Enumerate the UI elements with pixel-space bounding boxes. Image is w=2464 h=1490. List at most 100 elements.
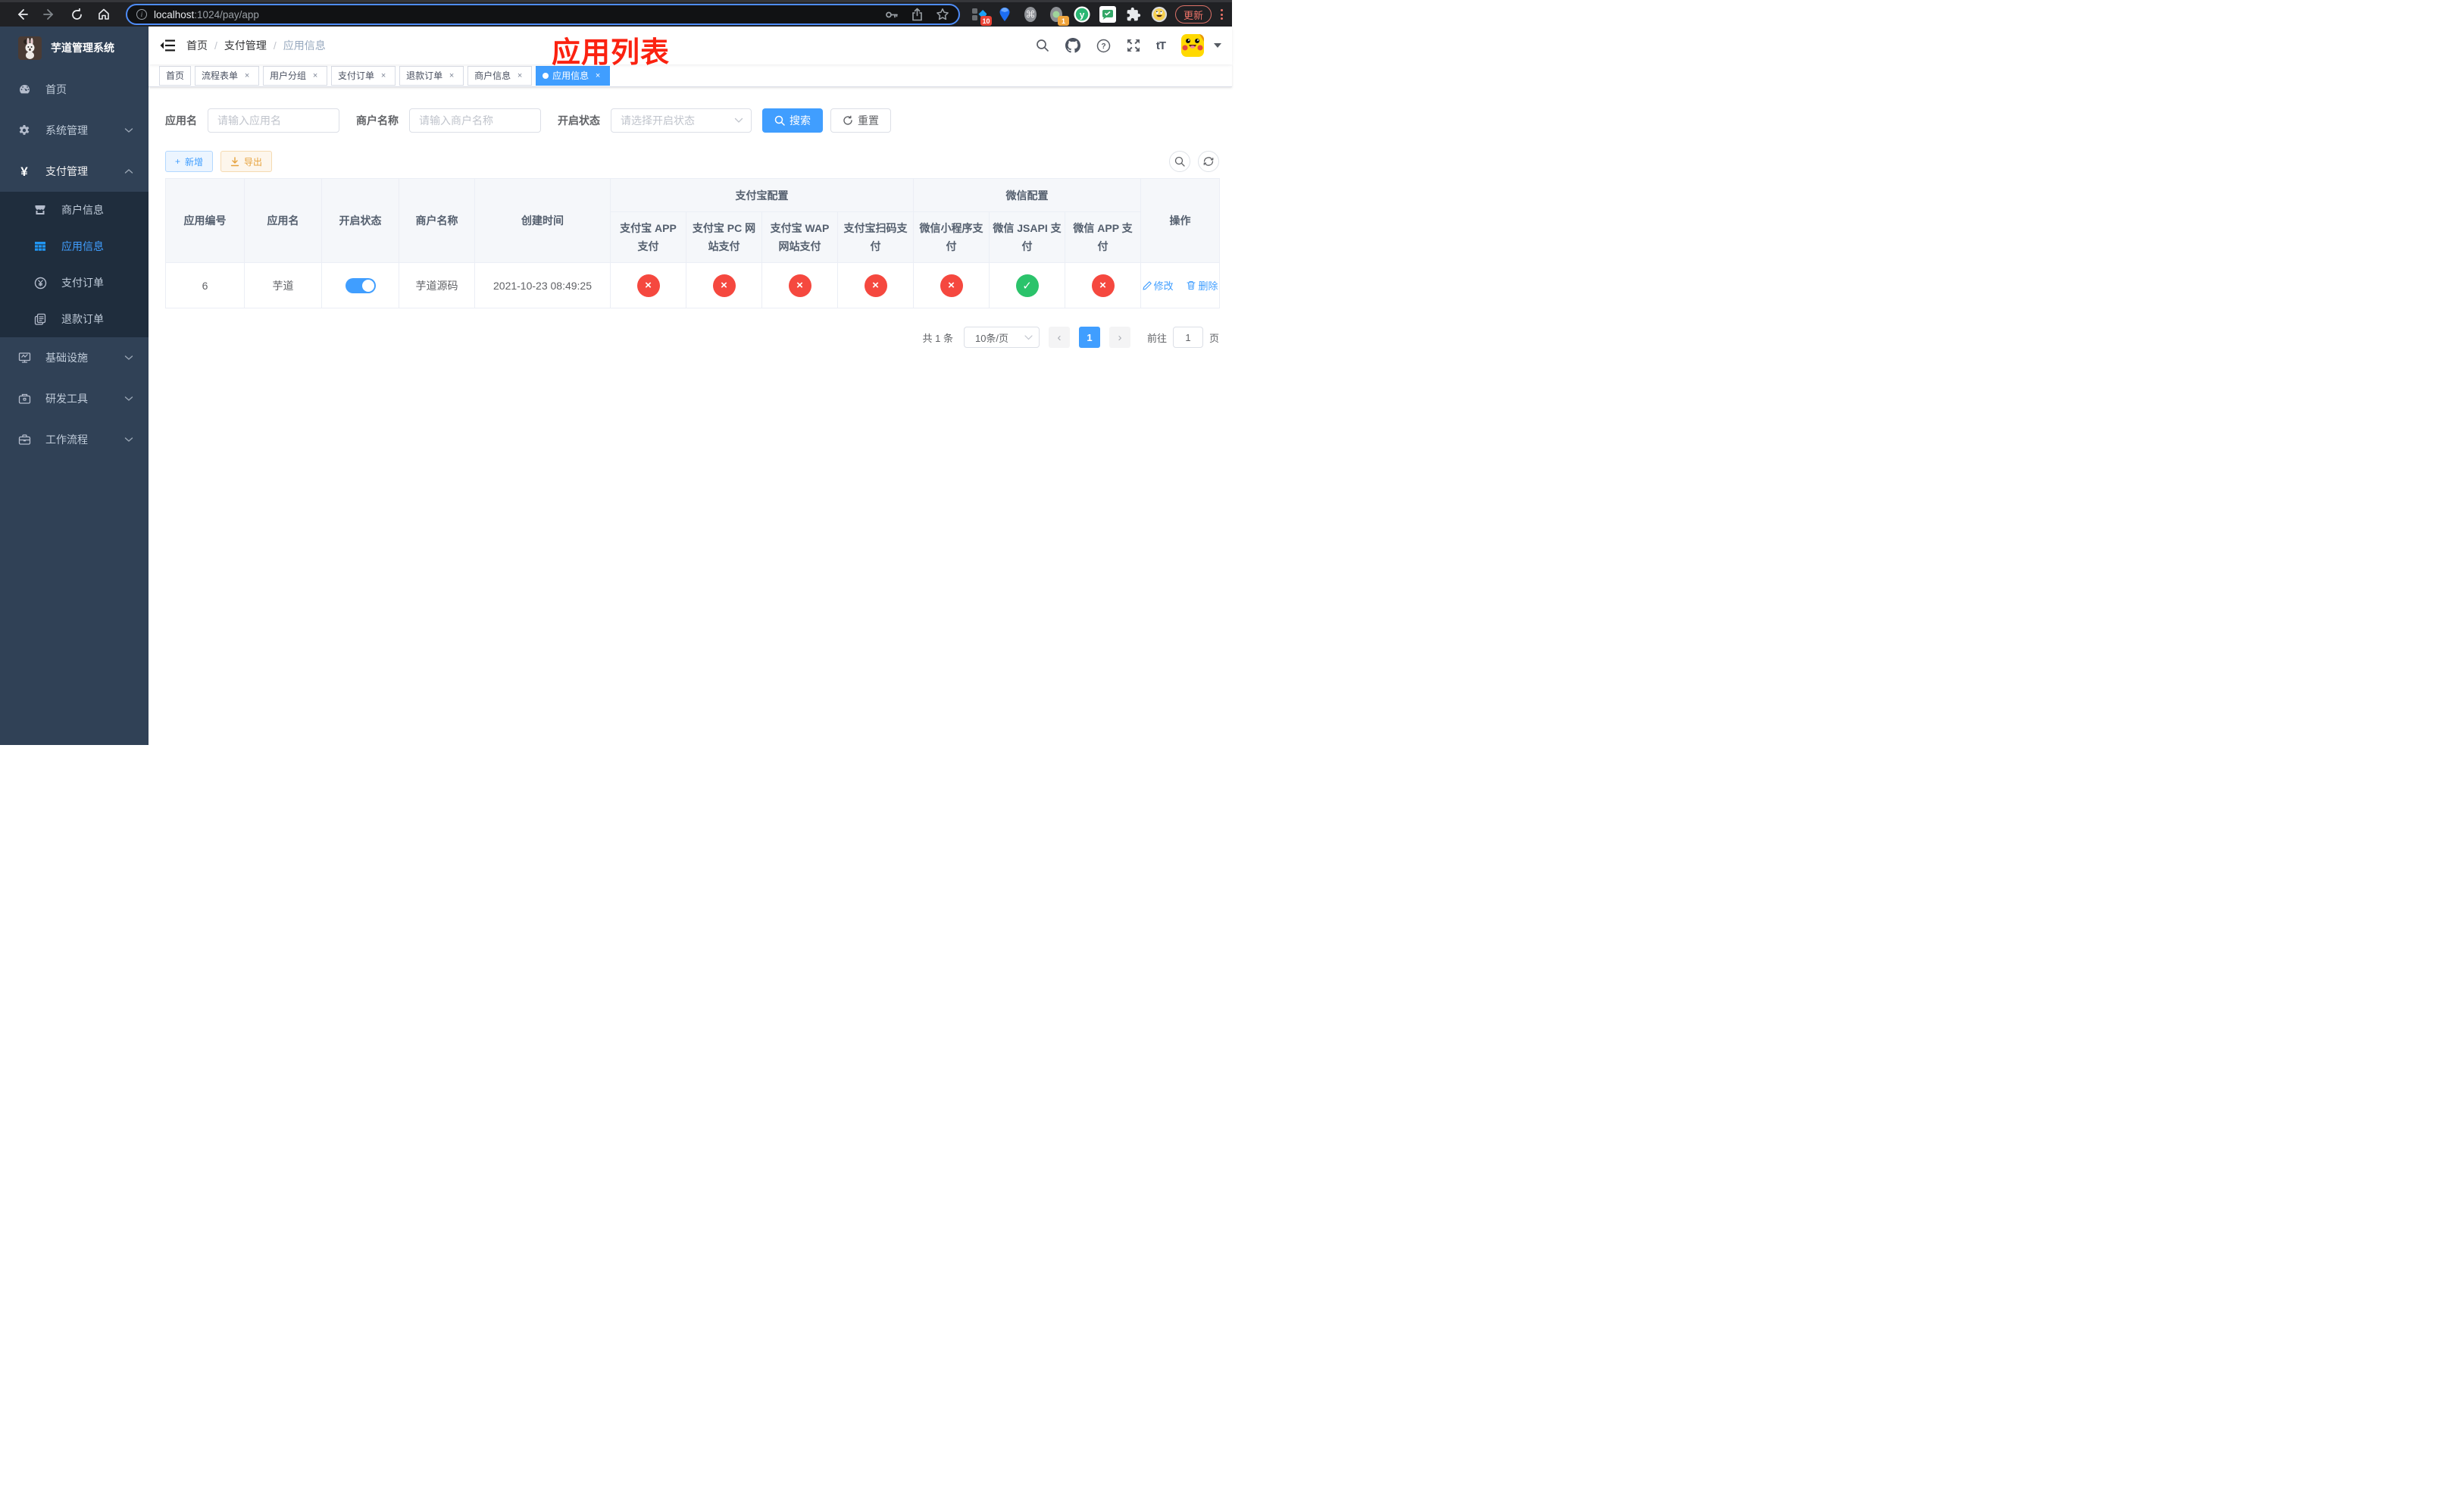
svg-text:⌘: ⌘	[1025, 9, 1035, 20]
search-icon	[774, 115, 785, 126]
chevron-down-icon	[124, 396, 133, 402]
goto-page-input[interactable]	[1172, 327, 1203, 348]
prev-page-button[interactable]: ‹	[1048, 327, 1070, 348]
close-icon[interactable]: ×	[593, 70, 603, 81]
search-button[interactable]: 搜索	[762, 108, 823, 133]
close-icon[interactable]: ×	[514, 70, 525, 81]
site-info-icon[interactable]: i	[136, 9, 147, 20]
merchant-name-label: 商户名称	[356, 114, 399, 127]
plus-icon: +	[175, 156, 181, 167]
dashboard-icon	[17, 83, 31, 96]
add-button[interactable]: + 新增	[165, 151, 214, 172]
chevron-up-icon	[124, 168, 133, 174]
bookmark-star-icon[interactable]	[936, 8, 949, 21]
extension-command-icon[interactable]: ⌘	[1022, 6, 1039, 23]
next-page-button[interactable]: ›	[1108, 327, 1130, 348]
url-text[interactable]: localhost:1024/pay/app	[154, 9, 884, 20]
app-table: 应用编号 应用名 开启状态 商户名称 创建时间 支付宝配置 微信配置 操作 支付…	[165, 178, 1221, 308]
sidebar-item-dev-tools[interactable]: 研发工具	[0, 378, 149, 419]
close-icon[interactable]: ×	[242, 70, 252, 81]
tag-process-form[interactable]: 流程表单 ×	[195, 65, 260, 86]
tag-payment-orders[interactable]: 支付订单 ×	[331, 65, 396, 86]
delete-link[interactable]: 删除	[1187, 278, 1218, 293]
pay-order-icon	[33, 277, 47, 290]
close-icon[interactable]: ×	[378, 70, 389, 81]
help-icon[interactable]: ?	[1096, 39, 1111, 53]
sidebar-item-workflow[interactable]: 工作流程	[0, 419, 149, 460]
status-toggle[interactable]	[345, 277, 376, 293]
tag-user-group[interactable]: 用户分组 ×	[263, 65, 328, 86]
fullscreen-icon[interactable]	[1127, 39, 1140, 52]
toolbar: + 新增 导出	[165, 151, 1219, 172]
edit-link[interactable]: 修改	[1143, 278, 1174, 293]
current-page-button[interactable]: 1	[1078, 327, 1100, 348]
extension-recorder-icon[interactable]: 1	[1048, 6, 1069, 26]
extension-chat-icon[interactable]	[1099, 6, 1116, 23]
app-logo[interactable]: 芋道管理系统	[0, 27, 149, 69]
text-size-icon[interactable]: tT	[1156, 39, 1166, 52]
tag-merchant-info[interactable]: 商户信息 ×	[467, 65, 533, 86]
password-key-icon[interactable]	[884, 8, 899, 22]
close-icon[interactable]: ×	[446, 70, 457, 81]
col-alipay-wap: 支付宝 WAP 网站支付	[761, 211, 838, 263]
share-icon[interactable]	[911, 8, 924, 21]
cell-merchant: 芋道源码	[399, 262, 475, 308]
extension-balloon-icon[interactable]	[996, 6, 1013, 23]
page-size-select[interactable]: 10条/页	[963, 327, 1040, 348]
close-icon[interactable]: ×	[310, 70, 321, 81]
tag-refund-orders[interactable]: 退款订单 ×	[399, 65, 464, 86]
toggle-search-button[interactable]	[1169, 151, 1190, 172]
table-row: 6 芋道 芋道源码 2021-10-23 08:49:25 × × × × × …	[165, 262, 1221, 308]
sidebar-collapse-icon[interactable]	[160, 39, 175, 52]
home-icon[interactable]	[92, 4, 115, 25]
header-search-icon[interactable]	[1036, 39, 1049, 52]
status-cross-icon: ×	[940, 274, 963, 297]
svg-text:?: ?	[1101, 42, 1105, 51]
extension-y-icon[interactable]: y	[1074, 6, 1090, 23]
sidebar: 芋道管理系统 首页 系统管理 ¥ 支付管理 商户信息 应用信息 支付订单 退款订…	[0, 27, 149, 745]
edit-pencil-icon	[1143, 281, 1152, 290]
group-alipay-config: 支付宝配置	[610, 178, 914, 212]
sidebar-item-label: 系统管理	[45, 124, 88, 136]
browser-menu-icon[interactable]	[1221, 9, 1223, 20]
forward-icon[interactable]	[38, 4, 61, 25]
cell-operations: 修改 删除	[1140, 262, 1221, 308]
back-icon[interactable]	[11, 4, 33, 25]
sidebar-item-label: 支付订单	[61, 277, 104, 289]
sidebar-item-payment-orders[interactable]: 支付订单	[0, 265, 149, 301]
breadcrumb-payment[interactable]: 支付管理	[224, 38, 267, 53]
export-button[interactable]: 导出	[220, 151, 273, 172]
sidebar-item-label: 应用信息	[61, 240, 104, 252]
chevron-down-icon	[1024, 334, 1033, 340]
avatar-caret-icon[interactable]	[1214, 43, 1221, 48]
reload-icon[interactable]	[65, 4, 88, 25]
sidebar-item-app-info[interactable]: 应用信息	[0, 228, 149, 265]
app-name-input[interactable]	[208, 108, 339, 133]
sidebar-item-refund-orders[interactable]: 退款订单	[0, 301, 149, 337]
extension-badge: 10	[980, 16, 992, 26]
github-icon[interactable]	[1065, 38, 1080, 53]
sidebar-item-system[interactable]: 系统管理	[0, 110, 149, 151]
cell-app-id: 6	[165, 262, 245, 308]
col-created: 创建时间	[474, 178, 611, 263]
status-select[interactable]: 请选择开启状态	[611, 108, 752, 133]
reset-button[interactable]: 重置	[830, 108, 891, 133]
breadcrumb-home[interactable]: 首页	[186, 38, 208, 53]
goto-suffix: 页	[1209, 332, 1219, 344]
sidebar-item-payment[interactable]: ¥ 支付管理	[0, 151, 149, 192]
refresh-table-button[interactable]	[1198, 151, 1219, 172]
page-title-annotation: 应用列表	[552, 37, 671, 69]
col-wechat-mini: 微信小程序支付	[913, 211, 990, 263]
profile-avatar-emoji[interactable]	[1151, 6, 1168, 23]
address-bar[interactable]: i localhost:1024/pay/app	[126, 4, 960, 25]
chrome-update-button[interactable]: 更新	[1174, 5, 1212, 23]
sidebar-item-merchant-info[interactable]: 商户信息	[0, 192, 149, 228]
merchant-name-input[interactable]	[409, 108, 541, 133]
extension-tabs-icon[interactable]: 10	[971, 6, 992, 26]
sidebar-item-infrastructure[interactable]: 基础设施	[0, 337, 149, 378]
tag-home[interactable]: 首页	[159, 65, 192, 86]
sidebar-item-home[interactable]: 首页	[0, 69, 149, 110]
extensions-puzzle-icon[interactable]	[1125, 6, 1142, 23]
user-avatar[interactable]	[1181, 34, 1204, 57]
browser-toolbar: i localhost:1024/pay/app 10 ⌘ 1 y 更新	[0, 0, 1232, 27]
